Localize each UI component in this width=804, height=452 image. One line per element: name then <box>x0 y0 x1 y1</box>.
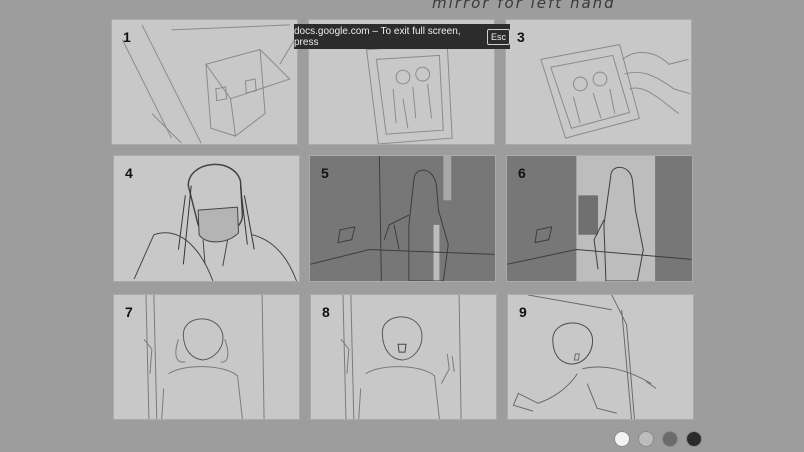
panel-number: 7 <box>125 304 133 320</box>
swatch-near-black[interactable] <box>686 431 702 447</box>
storyboard-panel-4[interactable]: 4 <box>113 155 300 282</box>
panel-number: 4 <box>125 165 133 181</box>
panel-number: 8 <box>322 304 330 320</box>
panel-4-sketch-masked-figure <box>133 163 298 281</box>
swatch-light-gray[interactable] <box>638 431 654 447</box>
storyboard-panel-5[interactable]: 5 <box>309 155 496 282</box>
sketch-handwritten-note: mirror for left hand <box>432 0 616 12</box>
fullscreen-exit-toast: docs.google.com – To exit full screen, p… <box>294 24 510 49</box>
storyboard-panel-1[interactable]: 1 <box>111 19 298 145</box>
panel-8-sketch-woman-screaming <box>340 295 462 419</box>
storyboard-panel-6[interactable]: 6 <box>506 155 693 282</box>
panel-7-sketch-woman-at-door <box>143 295 265 419</box>
panel-number: 9 <box>519 304 527 320</box>
panel-3-sketch-hand-holding-frame <box>540 44 691 139</box>
panel-number: 5 <box>321 165 329 181</box>
swatch-dark-gray[interactable] <box>662 431 678 447</box>
storyboard-panel-8[interactable]: 8 <box>310 294 497 420</box>
storyboard-panel-7[interactable]: 7 <box>113 294 300 420</box>
esc-key-badge: Esc <box>486 28 510 45</box>
panel-number: 1 <box>123 29 131 45</box>
panel-6-sketch-lit-doorway <box>507 156 692 281</box>
color-swatch-group <box>614 431 702 447</box>
panel-number: 6 <box>518 165 526 181</box>
storyboard-panel-3[interactable]: 3 <box>505 19 692 145</box>
panel-1-sketch-house <box>121 24 295 144</box>
toast-message: docs.google.com – To exit full screen, p… <box>294 25 461 48</box>
panel-number: 3 <box>517 29 525 45</box>
swatch-white[interactable] <box>614 431 630 447</box>
panel-5-sketch-figure-in-doorway <box>310 156 495 281</box>
storyboard-panel-9[interactable]: 9 <box>507 294 694 420</box>
panel-9-sketch-child-reaching <box>512 295 657 419</box>
